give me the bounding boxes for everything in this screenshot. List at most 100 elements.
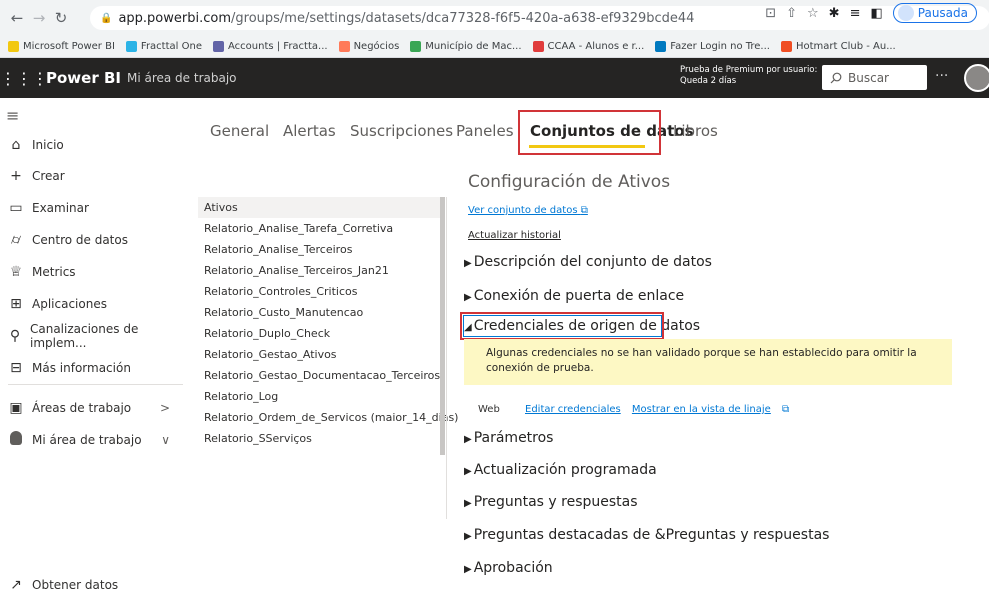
bookmark-label: Hotmart Club - Au... <box>795 41 896 52</box>
bookmark-label: Negócios <box>353 41 400 52</box>
more-options-icon[interactable]: ··· <box>935 68 948 84</box>
section-preguntas-destacadas[interactable]: ▶ Preguntas destacadas de &Preguntas y re… <box>464 527 829 543</box>
bookmark-label: Microsoft Power BI <box>23 41 115 52</box>
dataset-list-item[interactable]: Relatorio_Gestao_Documentacao_Terceiros <box>198 365 440 386</box>
reading-list-icon[interactable]: ≡ <box>850 6 861 21</box>
tab-window-icon[interactable]: ◧ <box>870 6 882 21</box>
app-launcher-icon[interactable]: ⋮⋮⋮ <box>0 69 48 88</box>
dataset-list-item[interactable]: Relatorio_SServiços <box>198 428 440 449</box>
sidebar-item-obtener-datos[interactable]: ↗ Obtener datos <box>0 574 188 596</box>
section-conexion-puerta-enlace[interactable]: ▶ Conexión de puerta de enlace <box>464 288 684 304</box>
bookmark-item[interactable]: Fazer Login no Tre... <box>655 41 770 52</box>
tab-libros[interactable]: Libros <box>673 122 718 140</box>
bookmark-favicon-icon <box>532 41 544 52</box>
sidebar-item-aplicaciones[interactable]: ⊞ Aplicaciones <box>0 293 188 315</box>
view-dataset-link[interactable]: Ver conjunto de datos ⧉ <box>468 205 588 216</box>
credential-row-web: Web Editar credenciales Mostrar en la vi… <box>478 404 789 415</box>
sidebar-item-label: Inicio <box>32 138 64 152</box>
bookmark-item[interactable]: CCAA - Alunos e r... <box>532 41 645 52</box>
section-aprobacion[interactable]: ▶ Aprobación <box>464 560 553 576</box>
brand-name[interactable]: Power BI <box>46 69 121 87</box>
tab-suscripciones[interactable]: Suscripciones <box>350 122 453 140</box>
sidebar-item-mi-area-de-trabajo[interactable]: Mi área de trabajo ∨ <box>0 429 188 451</box>
browser-toolbar: ← → ↻ 🔒 app.powerbi.com/groups/me/settin… <box>0 0 989 36</box>
back-icon[interactable]: ← <box>6 9 28 27</box>
sidebar-item-mas-informacion[interactable]: ⊟ Más información <box>0 357 188 379</box>
profile-avatar <box>897 5 914 21</box>
caret-right-icon: ▶ <box>464 498 472 509</box>
sidebar-item-examinar[interactable]: ▭ Examinar <box>0 197 188 219</box>
sidebar-item-canalizaciones[interactable]: ⚲ Canalizaciones de implem... <box>0 322 188 350</box>
show-lineage-link[interactable]: Mostrar en la vista de linaje <box>632 404 771 415</box>
dataset-list-item[interactable]: Relatorio_Analise_Tarefa_Corretiva <box>198 218 440 239</box>
section-preguntas-respuestas[interactable]: ▶ Preguntas y respuestas <box>464 494 638 510</box>
section-label: Preguntas destacadas de &Preguntas y res… <box>473 527 830 543</box>
dataset-list-item[interactable]: Relatorio_Ordem_de_Servicos (maior_14_di… <box>198 407 458 428</box>
tab-paneles[interactable]: Paneles <box>456 122 514 140</box>
dataset-list-item[interactable]: Relatorio_Log <box>198 386 440 407</box>
bookmark-item[interactable]: Hotmart Club - Au... <box>780 41 896 52</box>
caret-right-icon: ▶ <box>464 434 472 445</box>
user-avatar[interactable] <box>964 64 989 92</box>
dataset-list-item[interactable]: Relatorio_Custo_Manutencao <box>198 302 440 323</box>
star-icon[interactable]: ☆ <box>807 6 819 21</box>
sidebar-item-areas-de-trabajo[interactable]: ▣ Áreas de trabajo > <box>0 397 188 419</box>
chevron-right-icon: > <box>159 401 170 415</box>
edit-credentials-link[interactable]: Editar credenciales <box>525 404 621 415</box>
section-actualizacion-programada[interactable]: ▶ Actualización programada <box>464 462 657 478</box>
profile-button[interactable]: Pausada <box>892 3 977 23</box>
sidebar-item-metrics[interactable]: ♕ Metrics <box>0 261 188 283</box>
bookmark-favicon-icon <box>655 41 667 52</box>
bookmark-item[interactable]: Município de Mac... <box>410 41 522 52</box>
sidebar-item-inicio[interactable]: ⌂ Inicio <box>0 134 188 156</box>
caret-right-icon: ▶ <box>464 564 472 575</box>
forward-icon[interactable]: → <box>28 9 50 27</box>
bookmark-favicon-icon <box>125 41 137 52</box>
url-host: app.powerbi.com <box>118 10 231 26</box>
bookmark-item[interactable]: Microsoft Power BI <box>8 41 115 52</box>
trial-notice[interactable]: Prueba de Premium por usuario: Queda 2 d… <box>680 65 817 87</box>
sidebar-item-label: Canalizaciones de implem... <box>29 322 139 350</box>
bookmark-item[interactable]: Accounts | Fractta... <box>212 41 328 52</box>
credentials-warning: Algunas credenciales no se han validado … <box>464 339 952 385</box>
sidebar-item-centro-de-datos[interactable]: ⌭ Centro de datos <box>0 229 188 251</box>
extensions-icon[interactable]: ✱ <box>829 6 840 21</box>
url-path: /groups/me/settings/datasets/dca77328-f6… <box>231 10 695 26</box>
share-icon[interactable]: ⇧ <box>786 6 797 21</box>
search-input[interactable]: Buscar <box>822 65 927 90</box>
dataset-list-item[interactable]: Ativos <box>198 197 440 218</box>
bookmark-item[interactable]: Negócios <box>338 41 400 52</box>
dataset-list-item[interactable]: Relatorio_Analise_Terceiros <box>198 239 440 260</box>
settings-title: Configuración de Ativos <box>468 172 671 192</box>
tab-general[interactable]: General <box>210 122 269 140</box>
search-placeholder: Buscar <box>848 70 889 85</box>
powerbi-header: ⋮⋮⋮ Power BI Mi área de trabajo Prueba d… <box>0 58 989 98</box>
section-parametros[interactable]: ▶ Parámetros <box>464 430 553 446</box>
folder-icon: ▭ <box>9 200 23 216</box>
section-label: Parámetros <box>473 430 554 446</box>
sidebar-item-label: Aplicaciones <box>32 297 107 311</box>
bookmark-item[interactable]: Fracttal One <box>125 41 202 52</box>
section-descripcion[interactable]: ▶ Descripción del conjunto de datos <box>464 254 712 270</box>
header-workspace[interactable]: Mi área de trabajo <box>127 71 237 85</box>
bookmark-label: CCAA - Alunos e r... <box>547 41 645 52</box>
chevron-down-icon: ∨ <box>161 433 170 447</box>
list-scrollbar[interactable] <box>440 197 445 455</box>
refresh-history-link[interactable]: Actualizar historial <box>468 230 561 241</box>
dataset-list-item[interactable]: Relatorio_Duplo_Check <box>198 323 440 344</box>
sidebar-item-label: Más información <box>32 361 131 375</box>
section-label: Conexión de puerta de enlace <box>473 288 685 304</box>
dataset-list-item[interactable]: Relatorio_Analise_Terceiros_Jan21 <box>198 260 440 281</box>
trial-line-1: Prueba de Premium por usuario: <box>680 65 818 75</box>
bookmark-favicon-icon <box>410 41 422 52</box>
view-dataset-label: Ver conjunto de datos <box>468 205 578 216</box>
dataset-list-item[interactable]: Relatorio_Gestao_Ativos <box>198 344 440 365</box>
reload-icon[interactable]: ↻ <box>50 9 72 27</box>
caret-right-icon: ▶ <box>464 531 472 542</box>
translate-icon[interactable]: ⊡ <box>765 6 776 21</box>
tab-alertas[interactable]: Alertas <box>283 122 336 140</box>
sidebar-item-crear[interactable]: + Crear <box>0 165 188 187</box>
dataset-list-item[interactable]: Relatorio_Controles_Criticos <box>198 281 440 302</box>
hamburger-icon[interactable]: ≡ <box>6 106 19 125</box>
sidebar-item-label: Examinar <box>32 201 89 215</box>
